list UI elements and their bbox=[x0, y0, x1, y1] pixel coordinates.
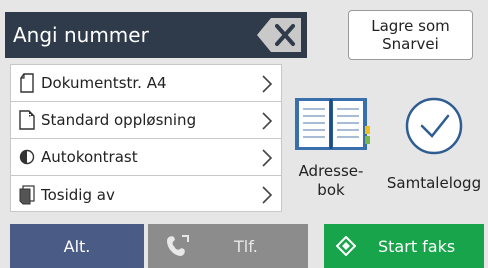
clock-icon bbox=[405, 97, 463, 155]
chevron-right-icon bbox=[262, 75, 273, 93]
address-book-icon bbox=[295, 98, 370, 150]
start-diamond-icon bbox=[336, 236, 356, 256]
setting-auto-contrast-label: Autokontrast bbox=[41, 148, 138, 166]
telephone-button[interactable]: Tlf. bbox=[148, 224, 308, 268]
save-as-shortcut-button[interactable]: Lagre som Snarvei bbox=[348, 10, 473, 60]
setting-duplex-label: Tosidig av bbox=[41, 185, 115, 204]
call-log-button[interactable]: Samtalelogg bbox=[380, 96, 488, 208]
start-fax-button[interactable]: Start faks bbox=[324, 224, 484, 268]
address-book-button[interactable]: Adresse- bok bbox=[288, 96, 374, 208]
telephone-label: Tlf. bbox=[234, 236, 258, 256]
number-entry-field[interactable]: Angi nummer bbox=[5, 12, 307, 58]
contrast-icon bbox=[17, 145, 37, 169]
save-as-shortcut-line1: Lagre som bbox=[371, 17, 450, 35]
bottom-action-bar: Alt. Tlf. Start faks bbox=[0, 224, 488, 268]
document-size-icon bbox=[17, 71, 37, 95]
setting-document-size-label: Dokumentstr. A4 bbox=[41, 74, 167, 92]
setting-resolution-label: Standard oppløsning bbox=[41, 111, 197, 129]
number-entry-placeholder: Angi nummer bbox=[13, 23, 149, 47]
options-label: Alt. bbox=[63, 236, 91, 256]
start-fax-label: Start faks bbox=[378, 236, 456, 256]
setting-auto-contrast[interactable]: Autokontrast bbox=[11, 139, 281, 176]
fax-settings-list: Dokumentstr. A4 Standard oppløsning Auto… bbox=[10, 64, 282, 212]
chevron-right-icon bbox=[262, 112, 273, 130]
phone-handset-icon bbox=[167, 235, 189, 256]
setting-document-size[interactable]: Dokumentstr. A4 bbox=[11, 65, 281, 102]
options-button[interactable]: Alt. bbox=[10, 224, 144, 268]
resolution-icon bbox=[17, 108, 37, 132]
setting-duplex[interactable]: Tosidig av bbox=[11, 176, 281, 213]
duplex-icon bbox=[17, 183, 37, 207]
call-log-label: Samtalelogg bbox=[386, 174, 482, 192]
address-book-label: Adresse- bok bbox=[298, 162, 364, 199]
chevron-right-icon bbox=[262, 149, 273, 167]
save-as-shortcut-line2: Snarvei bbox=[382, 35, 439, 53]
setting-resolution[interactable]: Standard oppløsning bbox=[11, 102, 281, 139]
backspace-icon[interactable] bbox=[257, 18, 301, 52]
chevron-right-icon bbox=[262, 186, 273, 204]
